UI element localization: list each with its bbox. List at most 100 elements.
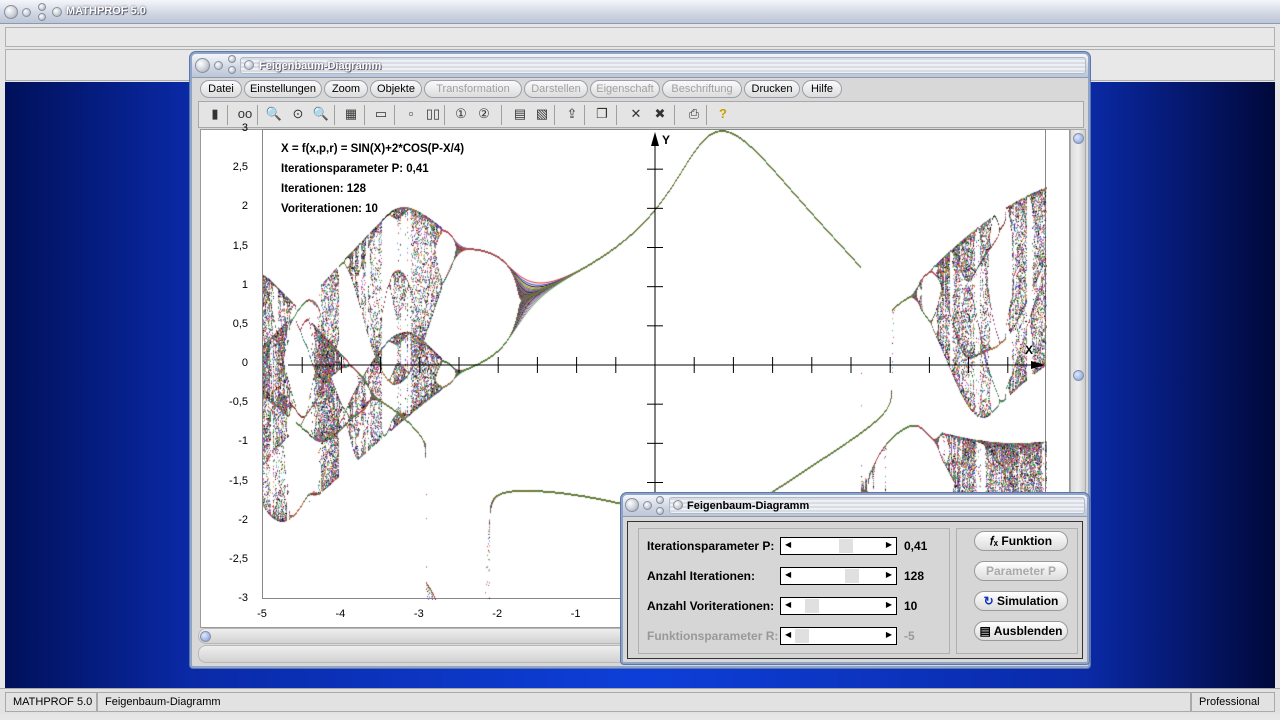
- parameter-label: Iterationsparameter P: 0,41: [281, 163, 429, 175]
- status-module: Feigenbaum-Diagramm: [97, 692, 1191, 712]
- ausblenden-button[interactable]: ▤ Ausblenden: [974, 621, 1068, 641]
- print-icon[interactable]: ⎙: [685, 105, 703, 123]
- export-icon[interactable]: ⇪: [563, 105, 581, 123]
- y-tick-label: 2: [241, 200, 248, 213]
- menu-beschriftung[interactable]: Beschriftung: [662, 80, 742, 98]
- slider-right-arrow-icon[interactable]: ▶: [886, 630, 892, 639]
- slider-group: Iterationsparameter P: ◀ ▶ 0,41 Anzahl Itera…: [638, 528, 950, 654]
- parameter-slider[interactable]: ◀ ▶: [780, 597, 897, 615]
- circle-2-icon[interactable]: ②: [475, 105, 493, 123]
- y-tick-label: -2,5: [229, 552, 248, 565]
- simulation-button[interactable]: ↻ Simulation: [974, 591, 1068, 611]
- toolbar-separator: [334, 105, 335, 125]
- slider-thumb[interactable]: [844, 569, 859, 583]
- y-tick-label: 0: [241, 357, 248, 369]
- app-icon: [52, 7, 62, 17]
- toolbar-separator: [706, 105, 707, 125]
- window-menu-button[interactable]: [195, 58, 210, 73]
- properties-icon[interactable]: ▦: [342, 105, 360, 123]
- panel-icon[interactable]: ▮: [206, 105, 224, 123]
- glasses-icon[interactable]: oo: [236, 105, 254, 123]
- dialog-minimize-button[interactable]: [643, 501, 652, 510]
- slider-left-arrow-icon[interactable]: ◀: [785, 570, 791, 579]
- toolbar-separator: [554, 105, 555, 125]
- parameter-slider[interactable]: ◀ ▶: [780, 537, 897, 555]
- dialog-maximize-button[interactable]: [656, 496, 664, 504]
- y-tick-label: -2: [238, 513, 248, 526]
- y-tick-label: -1: [238, 435, 248, 448]
- vertical-scroll-thumb[interactable]: [1073, 370, 1084, 381]
- table-icon[interactable]: ▤: [511, 105, 529, 123]
- menu-einstellungen[interactable]: Einstellungen: [244, 80, 322, 98]
- window-minimize-button[interactable]: [214, 61, 223, 70]
- dialog-title-bar[interactable]: Feigenbaum-Diagramm: [623, 495, 1087, 517]
- vertical-scroll-thumb-top[interactable]: [1073, 133, 1084, 144]
- double-cross-icon[interactable]: ✖: [651, 105, 669, 123]
- function-label: X = f(x,p,r) = SIN(X)+2*COS(P-X/4): [281, 143, 465, 155]
- menu-hilfe[interactable]: Hilfe: [802, 80, 842, 98]
- menu-datei[interactable]: Datei: [200, 80, 242, 98]
- slider-thumb[interactable]: [804, 599, 819, 613]
- status-bar: MATHPROF 5.0 Feigenbaum-Diagramm Profess…: [0, 688, 1280, 714]
- slider-left-arrow-icon[interactable]: ◀: [785, 600, 791, 609]
- parameter-slider[interactable]: ◀ ▶: [780, 567, 897, 585]
- x-tick-label: -1: [570, 608, 581, 620]
- x-tick-label: -3: [413, 608, 424, 620]
- frame-icon[interactable]: ▫: [402, 105, 420, 123]
- settings-sheet-icon[interactable]: ▧: [533, 105, 551, 123]
- y-tick-label: 1,5: [232, 239, 248, 252]
- window-icon[interactable]: ▭: [372, 105, 390, 123]
- horizontal-scroll-thumb[interactable]: [200, 631, 211, 642]
- slider-right-arrow-icon[interactable]: ▶: [886, 570, 892, 579]
- x-tick-label: -4: [335, 608, 346, 620]
- dialog-close-button[interactable]: [656, 507, 664, 515]
- close-button[interactable]: [38, 13, 46, 21]
- parameter-p-button[interactable]: Parameter P: [974, 561, 1068, 581]
- button-label: Parameter P: [985, 564, 1057, 578]
- y-tick-label: 0,5: [232, 317, 248, 330]
- help-icon[interactable]: ?: [714, 105, 732, 123]
- x-tick-label: -2: [492, 608, 503, 620]
- minimize-button[interactable]: [22, 8, 31, 17]
- menu-zoom[interactable]: Zoom: [324, 80, 368, 98]
- slider-thumb[interactable]: [839, 539, 853, 553]
- window-close-button[interactable]: [228, 66, 236, 74]
- window-title: Feigenbaum-Diagramm: [259, 60, 382, 72]
- slider-value: 10: [904, 599, 918, 613]
- plot-window-title-bar[interactable]: Feigenbaum-Diagramm: [192, 54, 1088, 78]
- window-maximize-button[interactable]: [228, 55, 236, 63]
- slider-thumb[interactable]: [795, 629, 809, 643]
- maximize-button[interactable]: [38, 3, 46, 11]
- copy-icon[interactable]: ❐: [593, 105, 611, 123]
- horizontal-scrollbar[interactable]: [198, 628, 628, 644]
- menu-eigenschaft[interactable]: Eigenschaft: [590, 80, 660, 98]
- double-frame-icon[interactable]: ▯▯: [424, 105, 442, 123]
- slider-left-arrow-icon[interactable]: ◀: [785, 630, 791, 639]
- funktion-button[interactable]: 𝑓ₓ Funktion: [974, 531, 1068, 551]
- circle-1-icon[interactable]: ①: [452, 105, 470, 123]
- zoom-in-icon[interactable]: 🔍: [312, 105, 330, 123]
- app-menu-button[interactable]: [4, 5, 18, 19]
- hide-icon: ▤: [979, 624, 994, 638]
- menu-darstellen[interactable]: Darstellen: [524, 80, 588, 98]
- iterations-label: Iterationen: 128: [281, 183, 366, 195]
- slider-right-arrow-icon[interactable]: ▶: [886, 600, 892, 609]
- slider-left-arrow-icon[interactable]: ◀: [785, 540, 791, 549]
- zoom-reset-icon[interactable]: ⊙: [289, 105, 307, 123]
- y-tick-label: 3: [241, 122, 248, 134]
- menu-drucken[interactable]: Drucken: [744, 80, 800, 98]
- slider-value: 0,41: [904, 539, 928, 553]
- cross-icon[interactable]: ✕: [627, 105, 645, 123]
- y-tick-label: -1,5: [229, 474, 248, 487]
- slider-value: 128: [904, 569, 925, 583]
- slider-label: Anzahl Iterationen:: [647, 569, 756, 583]
- menu-objekte[interactable]: Objekte: [370, 80, 422, 98]
- zoom-out-icon[interactable]: 🔍: [265, 105, 283, 123]
- menu-transformation[interactable]: Transformation: [424, 80, 522, 98]
- control-dialog: Feigenbaum-Diagramm Iterationsparameter …: [621, 493, 1089, 664]
- app-title: MATHPROF 5.0: [66, 5, 146, 17]
- horizontal-scrollbar-2[interactable]: [198, 645, 628, 663]
- slider-right-arrow-icon[interactable]: ▶: [886, 540, 892, 549]
- dialog-menu-button[interactable]: [625, 498, 639, 512]
- parameter-slider[interactable]: ◀ ▶: [780, 627, 897, 645]
